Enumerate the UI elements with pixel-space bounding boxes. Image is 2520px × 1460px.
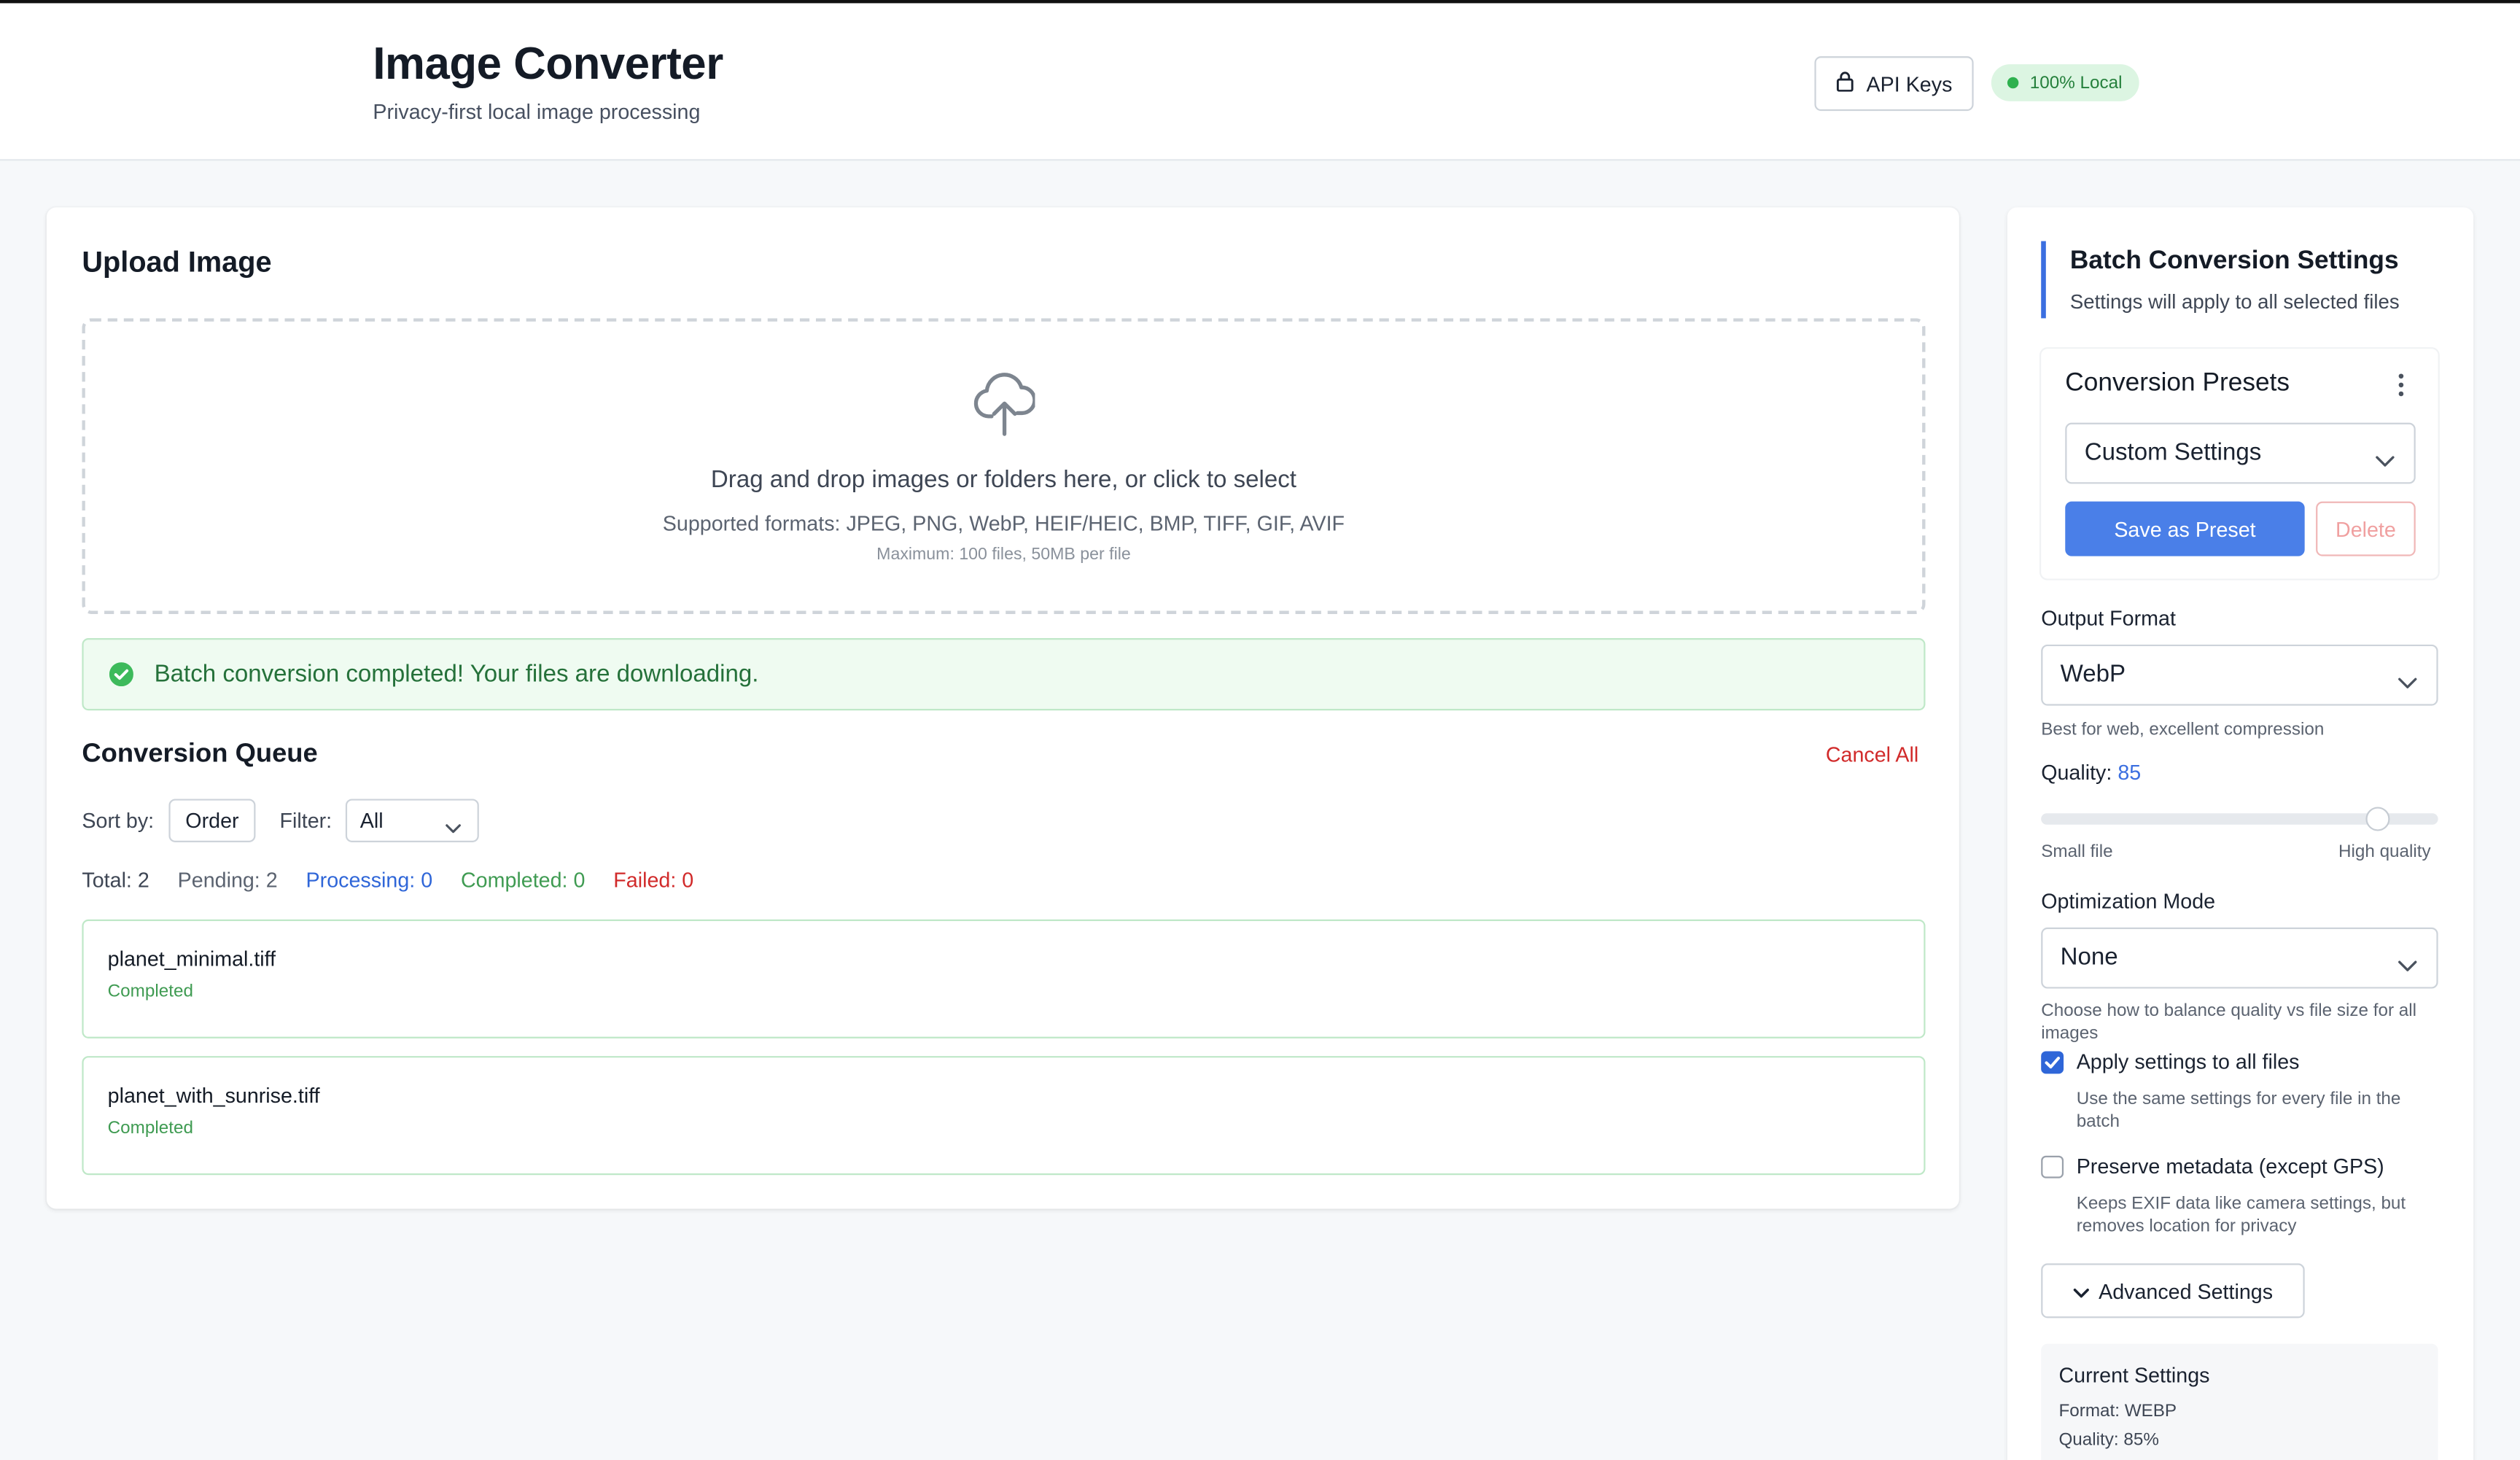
preset-select[interactable]: Custom Settings — [2065, 422, 2416, 484]
current-settings-panel: Current Settings Format: WEBP Quality: 8… — [2041, 1343, 2438, 1460]
checkmark-icon — [2045, 1056, 2060, 1069]
output-format-label: Output Format — [2041, 605, 2176, 631]
optimization-mode-select[interactable]: None — [2041, 927, 2438, 989]
apply-all-label[interactable]: Apply settings to all files — [2077, 1049, 2300, 1073]
advanced-settings-button[interactable]: Advanced Settings — [2041, 1263, 2305, 1319]
dropzone-instructions: Drag and drop images or folders here, or… — [710, 466, 1296, 494]
output-format-hint: Best for web, excellent compression — [2041, 720, 2325, 739]
preset-value: Custom Settings — [2084, 438, 2262, 467]
supported-formats: Supported formats: JPEG, PNG, WebP, HEIF… — [662, 510, 1345, 535]
presets-title: Conversion Presets — [2065, 369, 2290, 397]
slider-min-label: Small file — [2041, 842, 2113, 862]
local-badge-label: 100% Local — [2029, 73, 2123, 93]
preserve-metadata-hint: Keeps EXIF data like camera settings, bu… — [2076, 1194, 2406, 1236]
chevron-down-icon — [2376, 447, 2395, 476]
check-circle-icon — [109, 662, 133, 694]
queue-item[interactable]: planet_minimal.tiff Completed — [82, 919, 1926, 1038]
chevron-down-icon — [2073, 1278, 2089, 1302]
quality-slider-handle[interactable] — [2366, 807, 2391, 831]
accent-bar — [2041, 241, 2046, 319]
advanced-settings-label: Advanced Settings — [2099, 1278, 2274, 1303]
queue-item-status: Completed — [107, 1119, 193, 1138]
stat-pending: Pending: 2 — [177, 868, 278, 893]
apply-all-hint: Use the same settings for every file in … — [2076, 1090, 2401, 1132]
presets-panel: Conversion Presets Custom Settings Save … — [2041, 349, 2438, 579]
sort-label: Sort by: — [82, 808, 155, 833]
save-preset-button[interactable]: Save as Preset — [2065, 501, 2305, 556]
filter-select[interactable]: All — [345, 799, 479, 842]
queue-title: Conversion Queue — [82, 739, 318, 769]
current-format: Format: WEBP — [2058, 1401, 2177, 1421]
dropzone[interactable]: Drag and drop images or folders here, or… — [82, 318, 1926, 614]
cancel-all-button[interactable]: Cancel All — [1826, 742, 1918, 766]
optimization-mode-value: None — [2060, 943, 2118, 971]
success-alert: Batch conversion completed! Your files a… — [82, 638, 1926, 711]
cloud-upload-icon — [973, 370, 1037, 446]
queue-stats: Total: 2 Pending: 2 Processing: 0 Comple… — [82, 868, 716, 892]
status-dot-icon — [2007, 77, 2019, 89]
apply-all-checkbox[interactable] — [2041, 1051, 2064, 1074]
delete-preset-button[interactable]: Delete — [2316, 501, 2416, 556]
output-format-select[interactable]: WebP — [2041, 644, 2438, 706]
chevron-down-icon — [446, 813, 462, 842]
stat-processing: Processing: 0 — [306, 868, 433, 893]
api-keys-button[interactable]: API Keys — [1814, 56, 1974, 112]
stat-completed: Completed: 0 — [460, 868, 586, 893]
preserve-metadata-checkbox[interactable] — [2041, 1155, 2064, 1179]
output-format-value: WebP — [2060, 660, 2126, 688]
upload-title: Upload Image — [82, 246, 272, 279]
app-title: Image Converter — [373, 38, 723, 89]
upload-panel: Upload Image Drag and drop images or fol… — [46, 207, 1959, 1209]
kebab-menu-icon[interactable] — [2398, 373, 2405, 405]
preserve-metadata-label[interactable]: Preserve metadata (except GPS) — [2077, 1154, 2384, 1179]
queue-item[interactable]: planet_with_sunrise.tiff Completed — [82, 1056, 1926, 1176]
current-settings-title: Current Settings — [2058, 1363, 2210, 1388]
queue-item-filename: planet_with_sunrise.tiff — [107, 1083, 320, 1108]
optimization-mode-label: Optimization Mode — [2041, 888, 2216, 913]
local-status-badge: 100% Local — [1991, 64, 2139, 101]
stat-total: Total: 2 — [82, 868, 149, 893]
queue-item-status: Completed — [107, 982, 193, 1002]
stat-failed: Failed: 0 — [613, 868, 694, 893]
quality-label-row: Quality: 85 — [2041, 761, 2141, 785]
current-quality: Quality: 85% — [2058, 1430, 2159, 1451]
filter-label: Filter: — [279, 808, 332, 833]
chevron-down-icon — [2398, 952, 2417, 981]
upload-limits: Maximum: 100 files, 50MB per file — [876, 545, 1131, 564]
lock-icon — [1836, 71, 1855, 96]
app-header: Image Converter Privacy-first local imag… — [0, 0, 2520, 161]
filter-value: All — [359, 808, 384, 833]
settings-subtitle: Settings will apply to all selected file… — [2069, 290, 2400, 314]
success-message: Batch conversion completed! Your files a… — [154, 660, 759, 688]
api-keys-label: API Keys — [1866, 71, 1953, 96]
quality-label: Quality: — [2041, 760, 2112, 785]
settings-title: Batch Conversion Settings — [2069, 247, 2399, 275]
slider-max-label: High quality — [2338, 842, 2431, 862]
optimization-mode-hint: Choose how to balance quality vs file si… — [2041, 1001, 2417, 1044]
queue-item-filename: planet_minimal.tiff — [107, 947, 276, 971]
quality-value: 85 — [2118, 760, 2142, 785]
app-root: Image Converter Privacy-first local imag… — [0, 0, 2520, 1460]
app-subtitle: Privacy-first local image processing — [373, 99, 701, 124]
sort-order-button[interactable]: Order — [168, 799, 256, 842]
settings-sidebar: Batch Conversion Settings Settings will … — [2007, 207, 2474, 1460]
chevron-down-icon — [2398, 669, 2417, 698]
